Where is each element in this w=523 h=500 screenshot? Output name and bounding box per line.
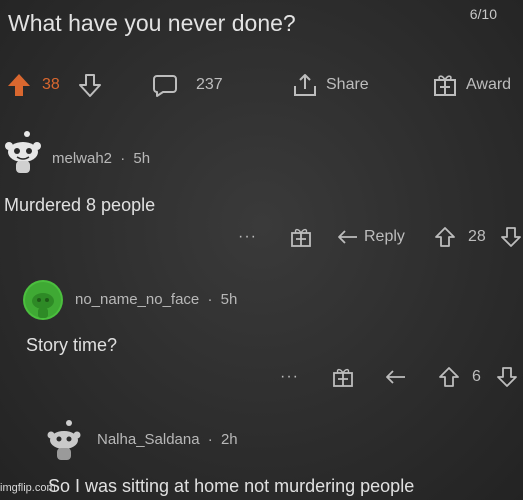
- comment-text: So I was sitting at home not murdering p…: [48, 476, 415, 496]
- award-button[interactable]: [332, 366, 354, 393]
- share-button[interactable]: Share: [292, 68, 369, 102]
- image-page-counter: 6/10: [469, 6, 497, 22]
- upvote-button[interactable]: [434, 226, 456, 253]
- downvote-arrow-icon: [78, 72, 102, 98]
- upvote-arrow-icon: [435, 227, 455, 247]
- reply-arrow-icon: [386, 370, 405, 384]
- more-options-button[interactable]: ···: [238, 228, 257, 246]
- comment-author[interactable]: melwah2 · 5h: [52, 150, 150, 167]
- reply-button[interactable]: [384, 366, 408, 393]
- snoo-avatar-icon: [5, 131, 41, 173]
- username: melwah2: [52, 150, 113, 167]
- gift-icon: [291, 228, 311, 247]
- share-label: Share: [326, 76, 369, 93]
- separator-dot: ·: [120, 150, 126, 167]
- comment-author[interactable]: Nalha_Saldana · 2h: [97, 431, 238, 448]
- downvote-arrow-icon: [497, 367, 517, 387]
- gift-icon: [333, 368, 353, 387]
- post-title: What have you never done?: [8, 10, 296, 36]
- post-vote-count: 38: [42, 76, 60, 93]
- post-action-bar: 38 237 Share Award: [0, 68, 523, 102]
- comment-text: Murdered 8 people: [4, 195, 156, 215]
- snoo-avatar-icon: [47, 420, 81, 460]
- comment-action-bar: ··· 6: [280, 362, 523, 392]
- avatar[interactable]: [23, 280, 63, 320]
- downvote-button[interactable]: [78, 68, 102, 102]
- reply-label[interactable]: Reply: [364, 228, 405, 246]
- comment-bubble-icon: [152, 72, 178, 98]
- upvote-button[interactable]: [6, 68, 32, 102]
- username: Nalha_Saldana: [97, 431, 200, 448]
- username: no_name_no_face: [75, 291, 200, 308]
- reply-arrow-icon: [338, 230, 357, 244]
- vote-count: 6: [472, 368, 481, 385]
- share-icon: [292, 72, 318, 98]
- comment-text: Story time?: [26, 335, 118, 355]
- watermark: imgflip.com: [0, 482, 56, 494]
- avatar[interactable]: [44, 418, 84, 469]
- downvote-button[interactable]: [496, 366, 518, 393]
- reply-button[interactable]: [336, 226, 360, 253]
- gift-icon: [432, 72, 458, 98]
- comment-age: 2h: [220, 431, 238, 448]
- upvote-arrow-icon: [439, 367, 459, 387]
- snoo-avatar-icon: [25, 282, 61, 318]
- post-comment-count: 237: [196, 76, 223, 93]
- downvote-arrow-icon: [501, 227, 521, 247]
- downvote-button[interactable]: [500, 226, 522, 253]
- separator-dot: ·: [207, 431, 213, 448]
- comment-age: 5h: [133, 150, 151, 167]
- avatar[interactable]: [4, 128, 42, 181]
- separator-dot: ·: [207, 291, 213, 308]
- award-label: Award: [466, 76, 512, 93]
- comments-button[interactable]: 237: [152, 68, 223, 102]
- award-button[interactable]: Award: [432, 68, 511, 102]
- comment-action-bar: ··· Reply 28: [238, 222, 523, 252]
- upvote-button[interactable]: [438, 366, 460, 393]
- comment-age: 5h: [220, 291, 238, 308]
- upvote-arrow-icon: [6, 72, 32, 98]
- more-options-button[interactable]: ···: [280, 368, 299, 386]
- award-button[interactable]: [290, 226, 312, 253]
- comment-author[interactable]: no_name_no_face · 5h: [75, 291, 237, 308]
- vote-count: 28: [468, 228, 486, 245]
